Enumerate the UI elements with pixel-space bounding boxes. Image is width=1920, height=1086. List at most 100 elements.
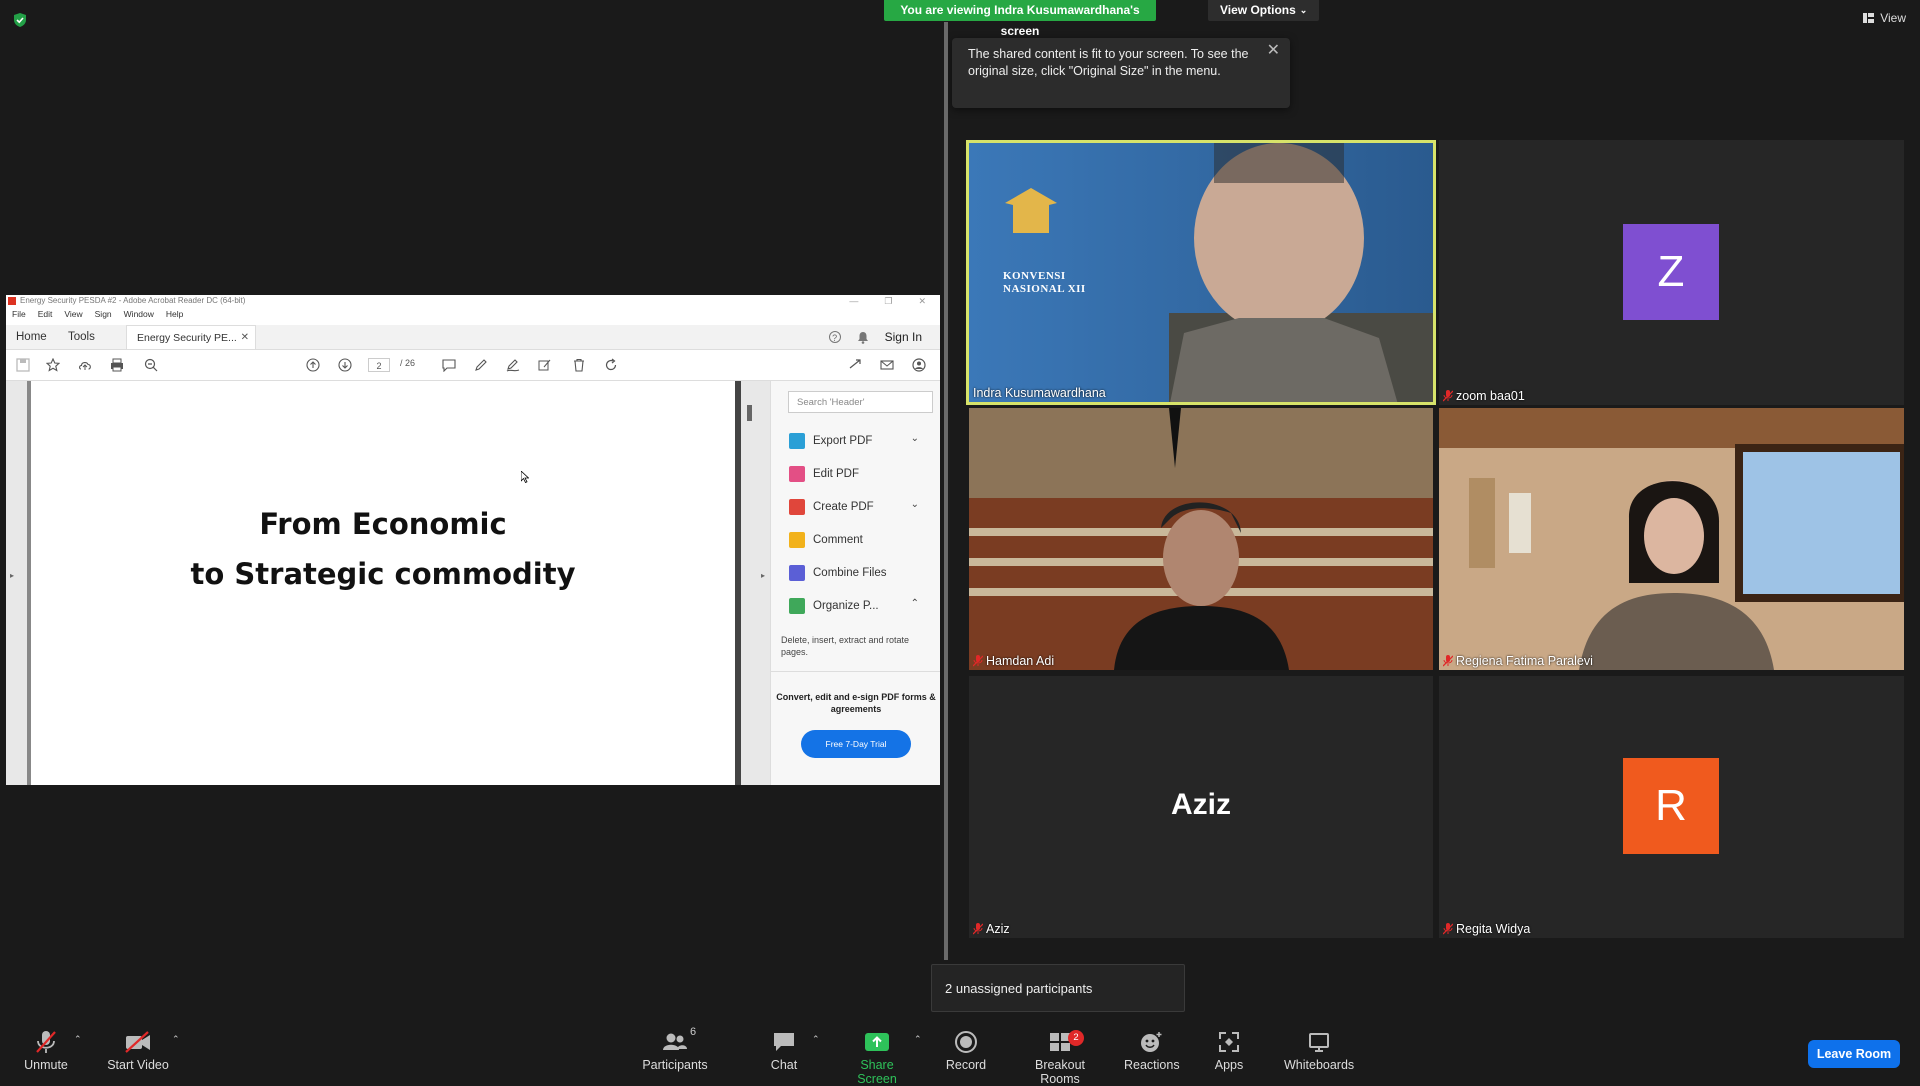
close-window-icon[interactable]: ✕	[918, 295, 926, 307]
delete-icon[interactable]	[572, 358, 586, 372]
account-icon[interactable]	[912, 358, 926, 372]
chevron-down-icon: ⌄	[1299, 5, 1308, 15]
encryption-shield-icon[interactable]	[12, 12, 28, 28]
view-options-button[interactable]: View Options ⌄	[1208, 0, 1320, 21]
panel-create-pdf[interactable]: Create PDF ⌄	[789, 497, 919, 517]
right-panel-toggle-icon[interactable]: ▸	[761, 571, 765, 580]
comment-icon[interactable]	[442, 358, 456, 372]
video-tile-hamdan[interactable]: Hamdan Adi	[969, 408, 1433, 670]
record-button[interactable]: Record	[944, 1030, 988, 1072]
highlight-pen-icon[interactable]	[474, 358, 488, 372]
zoom-out-icon[interactable]	[144, 358, 158, 372]
menu-edit[interactable]: Edit	[38, 308, 53, 320]
panel-export-pdf-label: Export PDF	[813, 435, 873, 447]
combine-files-icon	[789, 565, 805, 581]
slide-title-line-1: From Economic	[259, 507, 507, 541]
grid-view-icon	[1863, 13, 1875, 23]
video-tile-regiena[interactable]: Regiena Fatima Paralevi	[1439, 408, 1904, 670]
panel-export-pdf[interactable]: Export PDF ⌄	[789, 431, 919, 451]
save-icon[interactable]	[16, 358, 30, 372]
slide-title-line-2: to Strategic commodity	[190, 557, 576, 591]
whiteboards-button[interactable]: Whiteboards	[1284, 1030, 1354, 1072]
muted-mic-icon	[1443, 390, 1453, 402]
share-options-caret-icon[interactable]: ⌃	[914, 1034, 922, 1045]
tab-home[interactable]: Home	[16, 325, 47, 349]
video-tile-zoom-baa01[interactable]: Z zoom baa01	[1439, 140, 1904, 405]
document-area: ▸ From Economic to Strategic commodity ▸…	[6, 381, 940, 785]
participant-name-regiena: Regiena Fatima Paralevi	[1443, 654, 1593, 668]
panel-comment-label: Comment	[813, 534, 863, 546]
help-icon[interactable]: ?	[828, 331, 841, 343]
reactions-button[interactable]: Reactions	[1124, 1030, 1180, 1072]
mail-icon[interactable]	[880, 358, 894, 372]
minimize-icon[interactable]: —	[849, 295, 858, 307]
apps-button[interactable]: Apps	[1212, 1030, 1246, 1072]
panel-organize-pages[interactable]: Organize P... ⌃	[789, 596, 919, 616]
close-icon[interactable]: ✕	[1267, 42, 1280, 59]
sign-pen-icon[interactable]	[506, 358, 520, 372]
comment-tool-icon	[789, 532, 805, 548]
menu-window[interactable]: Window	[124, 308, 154, 320]
audio-options-caret-icon[interactable]: ⌃	[74, 1034, 82, 1045]
tab-tools[interactable]: Tools	[68, 325, 95, 349]
menu-file[interactable]: File	[12, 308, 26, 320]
page-number-input[interactable]: 2	[368, 358, 390, 372]
video-tile-indra[interactable]: KONVENSI NASIONAL XII Indra Kusumawardha…	[966, 140, 1436, 405]
chevron-down-icon[interactable]: ⌄	[911, 499, 919, 510]
panel-comment[interactable]: Comment	[789, 530, 919, 550]
pdf-page: From Economic to Strategic commodity	[27, 381, 741, 785]
tooltip-text: The shared content is fit to your screen…	[968, 47, 1249, 78]
share-screen-button[interactable]: Share Screen ⌃	[840, 1030, 922, 1086]
tab-document[interactable]: Energy Security PE... ✕	[126, 325, 256, 349]
view-options-label: View Options	[1220, 3, 1296, 17]
video-tile-regita[interactable]: R Regita Widya	[1439, 676, 1904, 938]
participant-name-aziz: Aziz	[973, 922, 1010, 936]
cloud-upload-icon[interactable]	[78, 358, 92, 372]
menu-view[interactable]: View	[64, 308, 82, 320]
share-link-icon[interactable]	[848, 358, 862, 372]
page-scrollbar-thumb[interactable]	[747, 405, 752, 421]
free-trial-button[interactable]: Free 7-Day Trial	[801, 730, 911, 758]
menu-sign[interactable]: Sign	[95, 308, 112, 320]
star-icon[interactable]	[46, 358, 60, 372]
unmute-button[interactable]: Unmute ⌃	[20, 1030, 82, 1072]
panel-edit-pdf[interactable]: Edit PDF	[789, 464, 919, 484]
print-icon[interactable]	[110, 358, 124, 372]
panel-divider	[771, 671, 940, 672]
shared-acrobat-window: Energy Security PESDA #2 - Adobe Acrobat…	[6, 295, 940, 785]
rotate-icon[interactable]	[604, 358, 618, 372]
start-video-button[interactable]: Start Video ⌃	[106, 1030, 180, 1072]
video-options-caret-icon[interactable]: ⌃	[172, 1034, 180, 1045]
video-tile-aziz[interactable]: Aziz Aziz	[969, 676, 1433, 938]
start-video-label: Start Video	[107, 1058, 169, 1072]
chat-button[interactable]: Chat ⌃	[766, 1030, 820, 1072]
acrobat-logo-icon	[8, 297, 16, 305]
split-divider[interactable]	[944, 22, 948, 960]
breakout-rooms-button[interactable]: 2 Breakout Rooms	[1014, 1030, 1106, 1086]
bell-icon[interactable]	[857, 331, 869, 344]
chat-options-caret-icon[interactable]: ⌃	[812, 1034, 820, 1045]
left-panel-toggle-icon[interactable]: ▸	[10, 571, 14, 580]
acrobat-tab-bar: Home Tools Energy Security PE... ✕ ? Sig…	[6, 325, 940, 350]
view-label: View	[1880, 11, 1906, 25]
sign-in-button[interactable]: Sign In	[885, 330, 922, 344]
fill-sign-icon[interactable]	[538, 358, 552, 372]
previous-page-icon[interactable]	[306, 358, 320, 372]
maximize-icon[interactable]: ❐	[884, 295, 892, 307]
participants-button[interactable]: 6 Participants	[640, 1026, 710, 1072]
unassigned-participants-popup[interactable]: 2 unassigned participants	[931, 964, 1185, 1012]
record-label: Record	[945, 1058, 987, 1072]
leave-room-button[interactable]: Leave Room	[1808, 1040, 1900, 1068]
panel-combine-files[interactable]: Combine Files	[789, 563, 919, 583]
chevron-down-icon[interactable]: ⌄	[911, 433, 919, 444]
menu-help[interactable]: Help	[166, 308, 183, 320]
muted-mic-icon	[1443, 655, 1453, 667]
view-menu-button[interactable]: View	[1863, 11, 1906, 25]
close-tab-icon[interactable]: ✕	[241, 326, 249, 350]
participant-name-label: Indra Kusumawardhana	[973, 386, 1106, 400]
tools-search-input[interactable]: Search 'Header'	[788, 391, 933, 413]
chevron-up-icon[interactable]: ⌃	[911, 598, 919, 609]
next-page-icon[interactable]	[338, 358, 352, 372]
participants-icon	[663, 1033, 687, 1050]
share-screen-label: Share Screen	[857, 1058, 897, 1086]
